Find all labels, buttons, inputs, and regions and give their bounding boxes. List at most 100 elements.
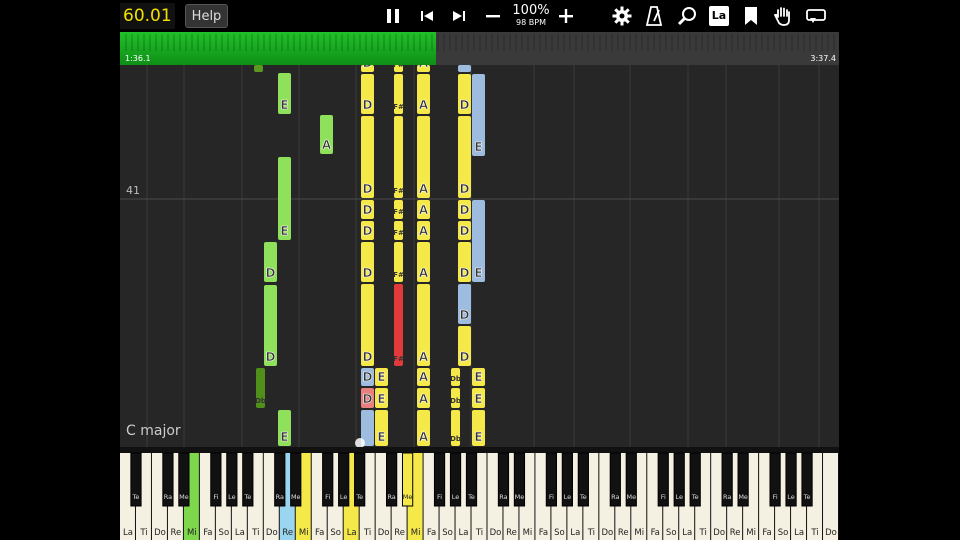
- note-label: F#: [393, 187, 404, 195]
- black-key[interactable]: Me: [290, 452, 302, 507]
- timeline-scrubber[interactable]: 1:36.1 3:37.4: [120, 32, 839, 65]
- fps-counter: 60.01: [120, 3, 175, 29]
- black-key[interactable]: Ra: [274, 452, 286, 507]
- black-key[interactable]: Me: [737, 452, 749, 507]
- pause-button[interactable]: [382, 4, 404, 28]
- white-key-label: La: [459, 528, 469, 538]
- black-key-label: Ra: [611, 493, 619, 501]
- note-label: F#: [393, 271, 404, 279]
- magnifier-icon: [677, 7, 696, 26]
- bookmark-button[interactable]: [739, 4, 763, 28]
- black-key[interactable]: Fi: [322, 452, 334, 507]
- settings-button[interactable]: [610, 4, 634, 28]
- white-key-label: Ti: [587, 528, 595, 538]
- black-key[interactable]: Me: [401, 452, 414, 507]
- skip-forward-button[interactable]: [448, 4, 470, 28]
- black-key-label: Fi: [661, 493, 666, 501]
- note-label: E: [280, 98, 288, 112]
- zoom-button[interactable]: [675, 4, 699, 28]
- black-key[interactable]: Te: [577, 452, 589, 507]
- black-key-label: Le: [228, 493, 236, 501]
- note-bar: Db: [450, 368, 461, 386]
- solfege-button[interactable]: La: [707, 4, 731, 28]
- black-key[interactable]: Me: [178, 452, 190, 507]
- tempo-bpm: 98 BPM: [516, 18, 546, 27]
- note-bar: Db: [450, 410, 461, 446]
- note-bar: D: [458, 284, 471, 324]
- note-bar: A: [417, 410, 430, 446]
- gear-icon: [612, 6, 632, 26]
- note-label: D: [363, 350, 373, 364]
- note-bar: D: [458, 242, 471, 282]
- black-key[interactable]: Ra: [721, 452, 733, 507]
- black-key-label: Me: [179, 493, 189, 501]
- help-button[interactable]: Help: [185, 4, 228, 28]
- note-rect: [254, 65, 263, 72]
- white-key-label: Re: [506, 528, 517, 538]
- white-key-label: La: [235, 528, 245, 538]
- black-key[interactable]: Me: [625, 452, 637, 507]
- black-key-label: Le: [340, 493, 348, 501]
- white-key-label: Do: [378, 528, 390, 538]
- rewind-button[interactable]: [416, 4, 438, 28]
- black-key[interactable]: Le: [561, 452, 573, 507]
- black-key[interactable]: Te: [801, 452, 813, 507]
- note-bar: D: [458, 74, 471, 114]
- synthesia-app: 60.01 Help 100% 98 BPM La 1:36.1 3:37.4 …: [120, 0, 839, 540]
- note-label: F#: [393, 229, 404, 237]
- white-key-label: La: [123, 528, 133, 538]
- white-key-label: Re: [730, 528, 741, 538]
- tempo-percent: 100%: [512, 3, 550, 18]
- metronome-button[interactable]: [642, 4, 666, 28]
- note-bar: A: [417, 200, 430, 219]
- note-label: Db: [450, 375, 461, 383]
- tempo-decrease-button[interactable]: [482, 4, 504, 28]
- black-key[interactable]: Fi: [657, 452, 669, 507]
- white-key-label: Re: [394, 528, 405, 538]
- black-key[interactable]: Te: [242, 452, 254, 507]
- black-key[interactable]: Le: [785, 452, 797, 507]
- black-key-label: Te: [803, 493, 811, 501]
- black-key[interactable]: Te: [130, 452, 142, 507]
- black-key[interactable]: Le: [226, 452, 238, 507]
- black-key[interactable]: Ra: [497, 452, 510, 507]
- piano-roll[interactable]: EAEDDDbEDDDDDDDF#F#F#F#F#F#F#AAAAAAAAAAD…: [120, 56, 839, 448]
- black-key[interactable]: Fi: [769, 452, 781, 507]
- black-key[interactable]: Le: [673, 452, 685, 507]
- black-key[interactable]: Fi: [545, 452, 558, 507]
- black-key-label: Me: [738, 493, 748, 501]
- white-key-label: Do: [490, 528, 502, 538]
- note-rect: [458, 65, 471, 72]
- black-key-label: Fi: [325, 493, 330, 501]
- black-key-label: Ra: [387, 493, 395, 501]
- white-key[interactable]: Do: [823, 453, 838, 540]
- white-key-label: Ti: [363, 528, 371, 538]
- note-bar: E: [472, 388, 485, 408]
- tempo-increase-button[interactable]: [555, 4, 577, 28]
- black-key-label: Le: [787, 493, 795, 501]
- black-key[interactable]: Me: [513, 452, 526, 507]
- black-key[interactable]: Ra: [386, 452, 398, 507]
- loop-button[interactable]: [804, 4, 828, 28]
- black-key[interactable]: Te: [354, 452, 366, 507]
- white-key-rect: [823, 453, 838, 540]
- black-key[interactable]: Fi: [433, 452, 446, 507]
- note-label: D: [460, 182, 470, 196]
- black-key-label: Me: [626, 493, 636, 501]
- black-key-label: Te: [355, 493, 363, 501]
- black-key[interactable]: Le: [338, 452, 350, 507]
- black-key[interactable]: Te: [465, 452, 478, 507]
- note-field: EAEDDDbEDDDDDDDF#F#F#F#F#F#F#AAAAAAAAAAD…: [120, 56, 839, 448]
- black-key-label: Le: [675, 493, 683, 501]
- white-key-label: La: [347, 528, 357, 538]
- black-key[interactable]: Te: [689, 452, 701, 507]
- note-label: D: [363, 370, 373, 384]
- black-key[interactable]: Ra: [162, 452, 174, 507]
- black-key[interactable]: Le: [449, 452, 462, 507]
- black-key[interactable]: Fi: [210, 452, 222, 507]
- note-bar: E: [472, 200, 485, 282]
- black-key[interactable]: Ra: [609, 452, 621, 507]
- keyboard[interactable]: La Ti Do Re Mi Fa So La Ti Do Re Mi Fa So La Ti Do Re Mi Fa…: [120, 447, 839, 540]
- hand-button[interactable]: [771, 4, 795, 28]
- black-key-label: Te: [579, 493, 587, 501]
